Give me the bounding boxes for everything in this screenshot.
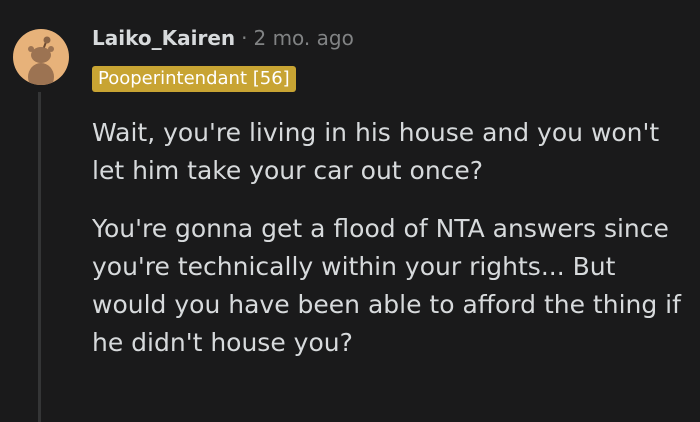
meta-separator: · <box>241 26 248 50</box>
snoo-avatar-icon <box>28 36 54 85</box>
comment-body: Wait, you're living in his house and you… <box>92 114 692 382</box>
username-link[interactable]: Laiko_Kairen <box>92 26 235 50</box>
comment-header: Laiko_Kairen · 2 mo. ago <box>92 26 354 50</box>
user-flair: Pooperintendant [56] <box>92 66 296 92</box>
comment-paragraph: Wait, you're living in his house and you… <box>92 118 660 185</box>
timestamp[interactable]: 2 mo. ago <box>253 26 353 50</box>
avatar[interactable] <box>13 29 69 85</box>
thread-line[interactable] <box>38 92 41 422</box>
comment-paragraph: You're gonna get a flood of NTA answers … <box>92 214 681 357</box>
